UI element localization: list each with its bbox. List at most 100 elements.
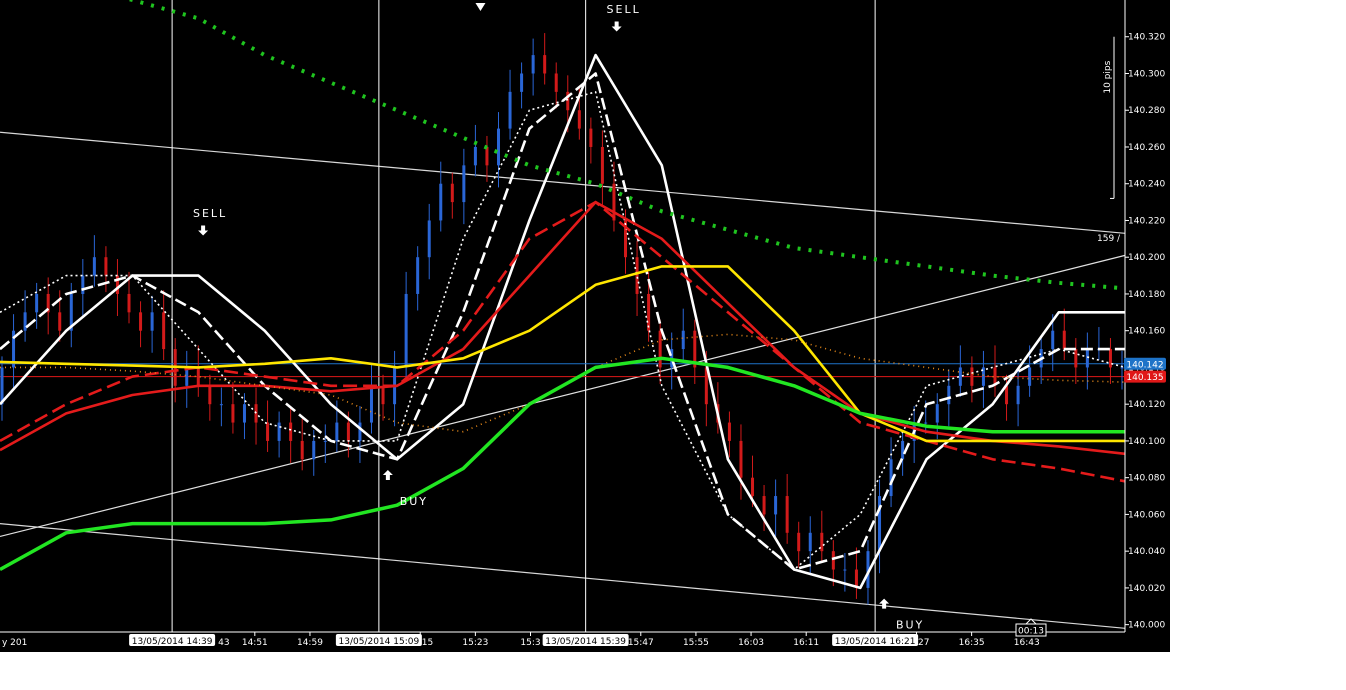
candle-body-92 [1062,330,1066,350]
candle-body-21 [242,404,246,423]
candle-body-97 [1120,367,1124,369]
time-marker-label-2: 13/05/2014 15:09 [339,637,420,647]
candle-body-32 [369,385,373,423]
price-tick-label-4: 140.240 [1128,180,1165,190]
signal-arrow-1 [198,225,209,236]
series-red-solid [0,200,1126,456]
candle-body-28 [323,440,327,442]
sell-signal-label-3: SELL [607,3,641,16]
candle-body-13 [150,312,154,331]
time-tick-label-3: 15:23 [462,638,488,648]
candle-body-81 [935,404,939,423]
candle-body-24 [277,422,281,441]
candle-body-40 [462,165,466,203]
time-tick-label-10: 16:35 [959,638,985,648]
time-tick-label-0: 14:51 [242,638,268,648]
candle-body-46 [531,55,535,74]
candle-body-93 [1074,349,1078,368]
candle-body-50 [577,110,581,129]
candle-body-31 [358,422,362,441]
time-axis: 14:5114:5915:1515:2315:315:4715:5516:031… [0,618,1125,648]
candle-body-2 [23,312,27,331]
candle-body-11 [127,293,131,313]
candle-body-56 [647,293,651,331]
signal-arrow-3 [611,21,622,32]
price-tick-label-6: 140.200 [1128,253,1165,263]
price-tick-label-0: 140.320 [1128,33,1165,43]
candle-body-43 [496,128,500,166]
candle-body-64 [739,440,743,478]
series-red-dashed [0,200,1126,483]
candle-body-80 [924,422,928,424]
candle-body-33 [381,385,385,405]
candle-body-30 [346,422,350,441]
countdown-label: 00:13 [1018,627,1044,637]
candle-body-9 [104,257,108,276]
current-price-label-1: 140.142 [1126,360,1163,370]
time-marker-label-4: 13/05/2014 16:21 [835,637,916,647]
time-marker-label-3: 13/05/2014 15:39 [545,637,626,647]
price-tick-label-11: 140.100 [1128,437,1165,447]
price-chart-svg[interactable]: SELLBUYSELLBUY 140.320140.300140.280140.… [0,0,1170,652]
candle-body-45 [520,73,524,92]
buy-signal-label-2: BUY [400,495,428,508]
trendline-3 [0,523,1126,629]
candle-body-8 [92,257,96,276]
candle-body-74 [854,569,858,588]
candlestick-layer [0,33,1124,605]
candle-body-88 [1016,385,1020,405]
signal-layer: SELL BUY SELL BUY [193,3,922,631]
candle-body-14 [162,312,166,350]
candle-body-7 [81,275,85,294]
candle-body-38 [439,183,443,221]
candle-body-67 [774,496,778,515]
time-tick-label-7: 16:03 [738,638,764,648]
series-white-dotted [0,91,1126,571]
candle-body-57 [658,330,662,368]
current-price-label-2: 140.135 [1126,373,1163,383]
candle-body-82 [947,385,951,405]
candle-body-69 [797,532,801,552]
candle-body-5 [58,312,62,331]
forex-chart-panel[interactable]: SELL BUY SELL BUY 140.320 140.300 140.280 140.… [0,0,1170,652]
candle-body-71 [820,532,824,552]
candle-body-91 [1051,330,1055,350]
price-tick-label-3: 140.260 [1128,143,1165,153]
price-tick-label-12: 140.080 [1128,474,1165,484]
series-green-dotted [124,0,1126,291]
candle-body-3 [35,293,39,313]
price-tick-label-1: 140.300 [1128,69,1165,79]
candle-body-25 [289,422,293,441]
time-tick-label-4: 15:3 [520,638,540,648]
trendline-1 [0,131,1126,234]
price-tick-label-15: 140.020 [1128,584,1165,594]
candle-body-23 [266,422,270,441]
candle-body-84 [970,367,974,386]
time-marker-layer [171,0,876,632]
time-tick-label-5: 15:47 [628,638,654,648]
price-tick-label-14: 140.040 [1128,547,1165,557]
candle-body-78 [901,440,905,460]
price-axis: 140.320 140.300 140.280 140.260 140.240 140.2… [1097,0,1166,632]
candle-body-73 [843,569,847,571]
signal-arrow-2 [382,470,393,480]
candle-body-83 [958,367,962,386]
candle-body-70 [808,532,812,552]
candle-body-12 [139,312,143,331]
candle-body-41 [473,146,477,166]
candle-body-55 [635,257,639,294]
candle-body-68 [785,496,789,533]
candle-body-66 [762,496,766,515]
candle-body-96 [1108,349,1112,368]
candle-body-47 [543,55,547,74]
candle-body-18 [208,385,212,405]
time-marker-label-1: 13/05/2014 14:39 [132,637,213,647]
price-tick-label-8: 140.160 [1128,327,1165,337]
signal-arrow-4 [879,598,890,609]
time-tick-label-11: 16:43 [1014,638,1040,648]
time-edge-label-after-first: 43 [218,638,229,648]
candle-body-59 [681,330,685,350]
price-tick-label-10: 140.120 [1128,400,1165,410]
candle-body-94 [1085,349,1089,368]
time-tick-label-8: 16:11 [793,638,819,648]
